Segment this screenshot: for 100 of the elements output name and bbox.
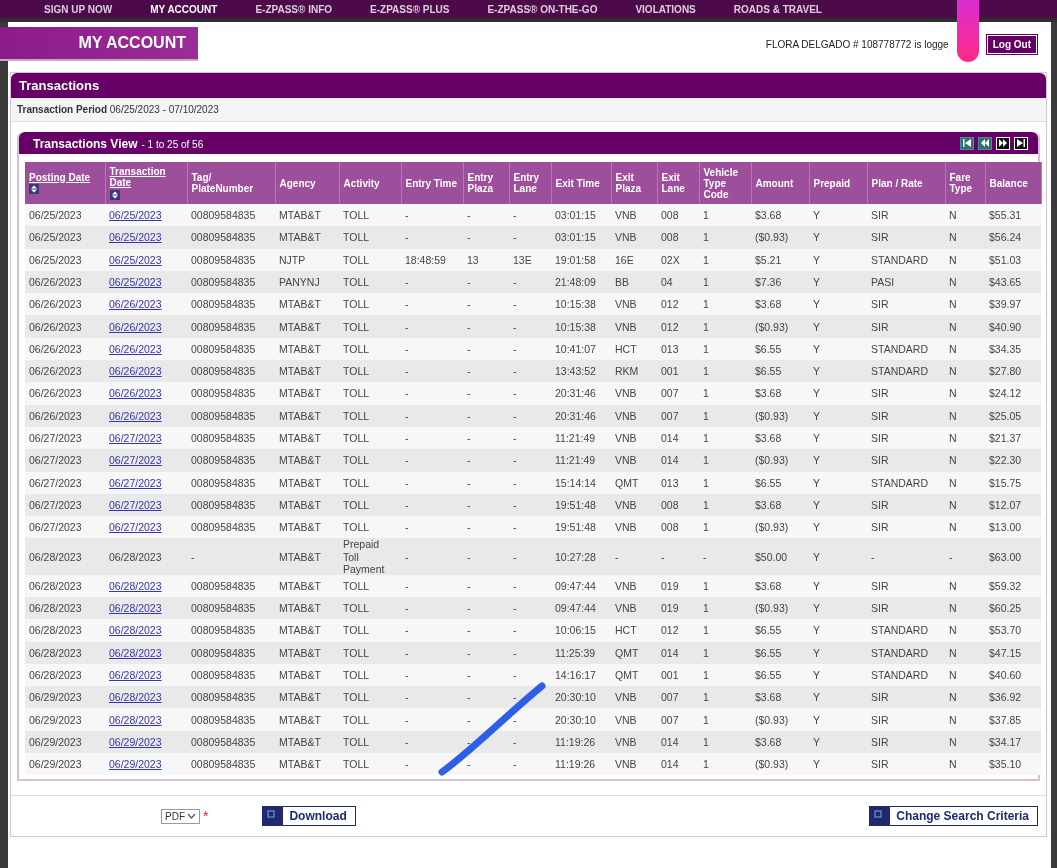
table-cell: - [871, 550, 875, 563]
table-cell: $3.68 [755, 735, 782, 748]
table-cell: $6.55 [755, 668, 782, 681]
transaction-date-link[interactable]: 06/28/2023 [109, 624, 162, 637]
caret-icon [187, 813, 196, 820]
table-cell: 11:21:49 [555, 454, 596, 467]
table-cell: 09:47:44 [555, 602, 596, 615]
table-cell: 00809584835 [191, 602, 256, 615]
table-cell: $34.35 [989, 342, 1022, 355]
table-cell: N [949, 454, 957, 467]
table-cell: $47.15 [989, 646, 1022, 659]
table-cell: Y [813, 521, 820, 534]
nav-link[interactable]: E-ZPASS® INFO [255, 3, 333, 15]
transaction-date-link[interactable]: 06/28/2023 [109, 602, 162, 615]
logout-button[interactable]: Log Out [986, 34, 1037, 54]
transaction-date-link[interactable]: 06/27/2023 [109, 476, 162, 489]
column-header: Exit Time [555, 177, 600, 189]
transaction-date-link[interactable]: 06/26/2023 [109, 320, 162, 333]
nav-link[interactable]: ROADS & TRAVEL [733, 3, 822, 15]
table-cell: VNB [615, 231, 637, 244]
transaction-date-link[interactable]: 06/25/2023 [109, 231, 162, 244]
column-header: Entry Plaza [467, 172, 494, 194]
table-cell: N [949, 498, 957, 511]
table-cell: VNB [615, 521, 637, 534]
table-cell: Y [813, 209, 820, 222]
transaction-date-link[interactable]: 06/26/2023 [109, 342, 162, 355]
table-cell: 06/28/2023 [29, 579, 82, 592]
table-cell: 06/25/2023 [29, 209, 82, 222]
table-cell: $43.65 [989, 276, 1022, 288]
table-cell: 06/27/2023 [29, 476, 82, 489]
table-cell: 09:47:44 [555, 579, 596, 592]
transaction-date-link[interactable]: 06/29/2023 [109, 735, 162, 748]
table-cell: 1 [703, 253, 709, 266]
transaction-date-link[interactable]: 06/27/2023 [109, 432, 162, 445]
transaction-date-link[interactable]: 06/27/2023 [109, 521, 162, 534]
nav-link[interactable]: E-ZPASS® PLUS [370, 3, 450, 15]
table-cell: - [405, 409, 409, 422]
transaction-date-link[interactable]: 06/28/2023 [109, 579, 162, 592]
table-cell: $40.60 [989, 668, 1022, 681]
format-select[interactable]: PDF [161, 808, 200, 824]
table-cell: SIR [871, 735, 889, 748]
table-cell: 012 [661, 320, 679, 333]
nav-link[interactable]: VIOLATIONS [635, 3, 696, 15]
sort-icon[interactable] [109, 189, 120, 200]
transaction-date-link[interactable]: 06/25/2023 [109, 276, 162, 288]
transaction-date-link[interactable]: 06/28/2023 [109, 646, 162, 659]
table-cell: 014 [661, 758, 679, 771]
table-cell: 06/29/2023 [29, 758, 82, 771]
change-search-button[interactable]: Change Search Criteria [869, 806, 1038, 827]
transaction-date-link[interactable]: 06/26/2023 [109, 365, 162, 378]
table-cell: $39.97 [989, 298, 1022, 311]
transaction-date-link[interactable]: 06/28/2023 [109, 713, 162, 726]
transaction-date-link[interactable]: 06/27/2023 [109, 498, 162, 511]
column-header[interactable]: Transaction Date [109, 166, 183, 189]
table-cell: 1 [703, 276, 709, 288]
transaction-date-link[interactable]: 06/25/2023 [109, 253, 162, 266]
table-cell: $51.03 [989, 253, 1022, 266]
transaction-date-link[interactable]: 06/28/2023 [109, 668, 162, 681]
table-cell: 00809584835 [191, 498, 256, 511]
column-header: Tag/ PlateNumber [191, 172, 254, 194]
table-cell: 00809584835 [191, 579, 256, 592]
column-header[interactable]: Posting Date [29, 171, 91, 183]
transaction-date-link[interactable]: 06/27/2023 [109, 454, 162, 467]
table-cell: - [467, 646, 471, 659]
transaction-date-link[interactable]: 06/25/2023 [109, 209, 162, 222]
nav-link[interactable]: MY ACCOUNT [150, 3, 218, 15]
table-cell: 019 [661, 602, 679, 615]
table-cell: - [513, 276, 517, 288]
table-cell: - [467, 691, 471, 704]
transaction-date-link[interactable]: 06/29/2023 [109, 758, 162, 771]
table-cell: 00809584835 [191, 298, 256, 311]
table-cell: 001 [661, 365, 679, 378]
table-cell: N [949, 209, 957, 222]
table-cell: 007 [661, 713, 679, 726]
nav-link[interactable]: SIGN UP NOW [44, 3, 113, 15]
download-button[interactable]: Download [262, 806, 356, 827]
nav-link[interactable]: E-ZPASS® ON-THE-GO [487, 3, 598, 15]
table-cell: 014 [661, 735, 679, 748]
table-cell: - [467, 735, 471, 748]
table-cell: 19:51:48 [555, 498, 596, 511]
table-cell: - [405, 602, 409, 615]
table-cell: - [405, 298, 409, 311]
table-cell: 1 [703, 602, 709, 615]
sort-icon[interactable] [29, 184, 39, 195]
table-cell: 013 [661, 342, 679, 355]
table-cell: 00809584835 [191, 409, 256, 422]
transaction-date-link[interactable]: 06/26/2023 [109, 387, 162, 400]
table-cell: 20:30:10 [555, 691, 596, 704]
table-cell: SIR [871, 758, 889, 771]
table-cell: 03:01:15 [555, 209, 596, 222]
column-header: Entry Lane [513, 172, 540, 194]
table-cell: 06/26/2023 [29, 387, 82, 400]
table-cell: Y [813, 387, 820, 400]
transaction-date-link[interactable]: 06/26/2023 [109, 298, 162, 311]
table-cell: $3.68 [755, 691, 782, 704]
table-cell: Y [813, 646, 820, 659]
transaction-date-link[interactable]: 06/26/2023 [109, 409, 162, 422]
table-cell: TOLL [343, 342, 370, 355]
transaction-date-link[interactable]: 06/28/2023 [109, 691, 162, 704]
table-cell: - [467, 409, 471, 422]
